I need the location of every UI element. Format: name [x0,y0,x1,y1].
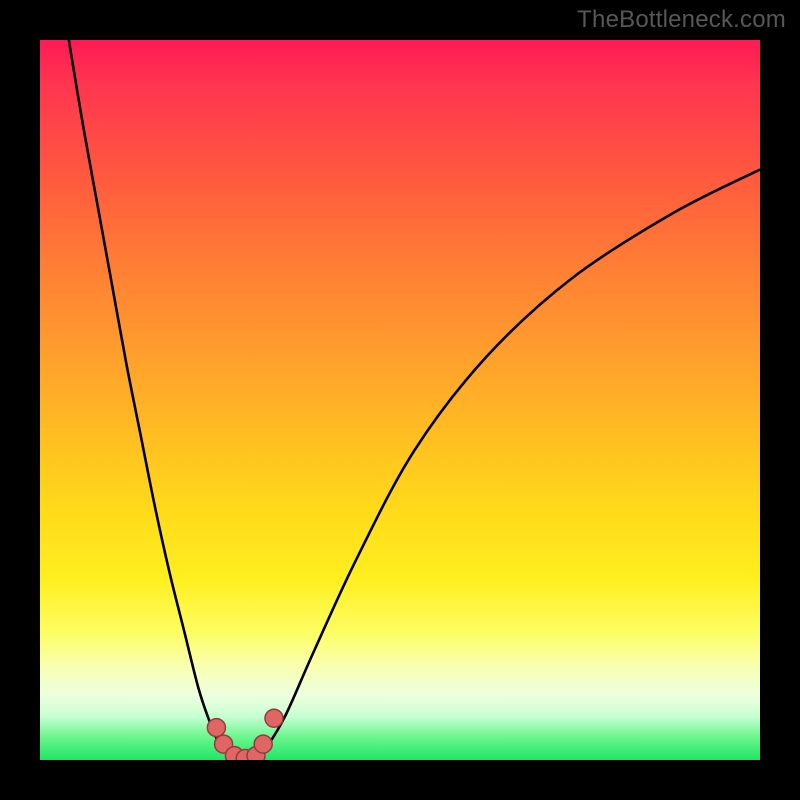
valley-markers [207,709,283,760]
watermark-text: TheBottleneck.com [577,6,786,34]
bottleneck-curve [40,40,760,760]
curve-left-branch [69,40,227,753]
curve-right-branch [263,170,760,753]
valley-marker [254,735,272,753]
chart-frame: TheBottleneck.com [0,0,800,800]
valley-marker [207,719,225,737]
plot-area [40,40,760,760]
valley-marker [265,709,283,727]
